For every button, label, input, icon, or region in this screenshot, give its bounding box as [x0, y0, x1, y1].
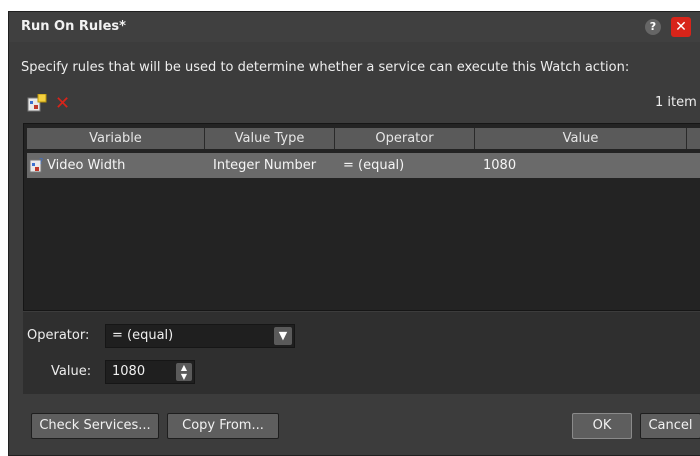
grid-header: Variable Value Type Operator Value — [27, 128, 700, 149]
chevron-down-icon[interactable]: ▼ — [274, 327, 292, 345]
stepper-arrows-icon[interactable]: ▲ ▼ — [176, 363, 192, 381]
copy-from-button[interactable]: Copy From... — [167, 413, 279, 439]
cancel-button[interactable]: Cancel — [640, 413, 700, 439]
operator-select[interactable]: = (equal) ▼ — [105, 324, 295, 348]
rule-variable-icon: ? — [29, 157, 45, 173]
check-services-button[interactable]: Check Services... — [31, 413, 159, 439]
run-on-rules-dialog: Run On Rules* ? ✕ Specify rules that wil… — [8, 11, 700, 456]
rules-grid[interactable]: Variable Value Type Operator Value ? Vid… — [23, 123, 700, 311]
title-bar[interactable]: Run On Rules* ? ✕ — [9, 12, 700, 42]
column-header-value[interactable]: Value — [475, 128, 687, 149]
item-count: 1 item — [655, 95, 697, 110]
cell-operator: = (equal) — [343, 158, 405, 173]
operator-label: Operator: — [27, 328, 90, 343]
svg-text:?: ? — [39, 157, 43, 166]
value-label: Value: — [51, 364, 92, 379]
column-header-value-type[interactable]: Value Type — [205, 128, 335, 149]
rule-editor-panel: Operator: = (equal) ▼ Value: 1080 ▲ ▼ — [23, 312, 700, 394]
help-icon[interactable]: ? — [645, 19, 661, 35]
operator-select-value: = (equal) — [112, 328, 174, 343]
cell-variable: Video Width — [47, 158, 126, 173]
column-header-operator[interactable]: Operator — [335, 128, 475, 149]
cell-value: 1080 — [483, 158, 517, 173]
close-icon[interactable]: ✕ — [671, 17, 691, 37]
ok-button[interactable]: OK — [572, 413, 632, 439]
delete-rule-icon[interactable]: ✕ — [55, 95, 70, 113]
add-rule-icon[interactable] — [27, 93, 47, 112]
cell-value-type: Integer Number — [213, 158, 317, 173]
dialog-title: Run On Rules* — [21, 19, 126, 34]
table-row[interactable]: ? Video Width Integer Number = (equal) 1… — [27, 153, 700, 178]
column-header-variable[interactable]: Variable — [27, 128, 205, 149]
value-stepper[interactable]: 1080 ▲ ▼ — [105, 360, 195, 384]
value-stepper-value: 1080 — [112, 364, 146, 379]
instructions-text: Specify rules that will be used to deter… — [21, 60, 630, 75]
